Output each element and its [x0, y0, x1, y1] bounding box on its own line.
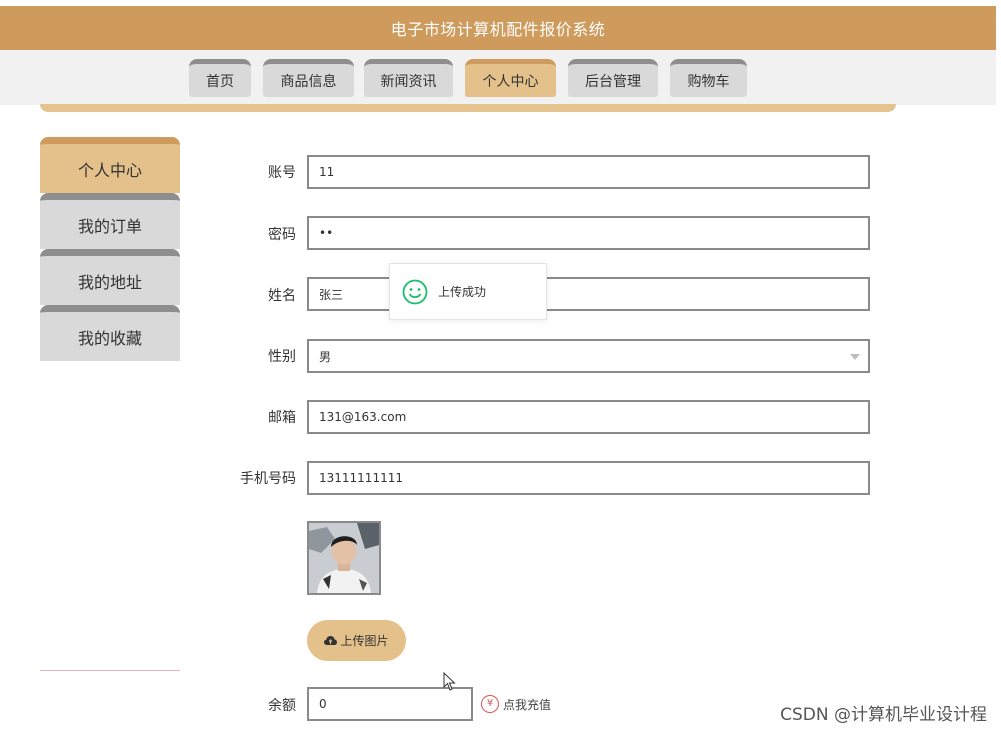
upload-image-button[interactable]: 上传图片 [307, 620, 406, 661]
phone-input[interactable]: 13111111111 [307, 461, 870, 495]
upload-success-toast: 上传成功 [389, 263, 547, 320]
email-input[interactable]: 131@163.com [307, 400, 870, 434]
name-label: 姓名 [268, 288, 296, 304]
top-header: 电子市场计算机配件报价系统 [0, 6, 996, 50]
nav-tab-cart[interactable]: 购物车 [670, 59, 747, 97]
email-label: 邮箱 [268, 410, 296, 426]
recharge-label: 点我充值 [503, 697, 552, 712]
toast-message: 上传成功 [438, 285, 487, 299]
nav-tab-personal-center[interactable]: 个人中心 [465, 59, 556, 97]
gender-label: 性别 [268, 349, 296, 365]
account-label: 账号 [268, 165, 296, 181]
gender-select[interactable]: 男 [307, 339, 870, 373]
site-title: 电子市场计算机配件报价系统 [390, 20, 606, 39]
nav-tab-home[interactable]: 首页 [189, 59, 251, 97]
cloud-upload-icon [324, 636, 338, 645]
recharge-link[interactable]: ¥ 点我充值 [481, 695, 551, 713]
chevron-down-icon [850, 354, 860, 360]
account-input[interactable]: 11 [307, 155, 870, 189]
password-label: 密码 [268, 227, 296, 243]
header-band [40, 104, 896, 112]
yen-icon: ¥ [481, 695, 499, 713]
password-input[interactable]: •• [307, 216, 870, 250]
mouse-cursor-icon [443, 672, 456, 691]
gender-selected-value: 男 [319, 349, 332, 364]
sidebar-item-my-orders[interactable]: 我的订单 [40, 193, 180, 249]
balance-input[interactable]: 0 [307, 687, 473, 721]
phone-label: 手机号码 [240, 471, 296, 487]
nav-tab-admin[interactable]: 后台管理 [568, 59, 658, 97]
sidebar-divider [40, 670, 180, 671]
main-nav: 首页 商品信息 新闻资讯 个人中心 后台管理 购物车 [0, 50, 996, 105]
nav-tab-products[interactable]: 商品信息 [263, 59, 354, 97]
sidebar-item-personal-center[interactable]: 个人中心 [40, 137, 180, 193]
upload-button-label: 上传图片 [340, 634, 389, 648]
balance-label: 余额 [268, 698, 296, 714]
watermark-text: CSDN @计算机毕业设计程 [780, 705, 987, 725]
avatar-photo [309, 523, 379, 593]
nav-tab-news[interactable]: 新闻资讯 [364, 59, 453, 97]
sidebar-item-my-favorites[interactable]: 我的收藏 [40, 305, 180, 361]
avatar [307, 521, 381, 595]
sidebar-item-my-addresses[interactable]: 我的地址 [40, 249, 180, 305]
smile-icon [402, 279, 428, 304]
